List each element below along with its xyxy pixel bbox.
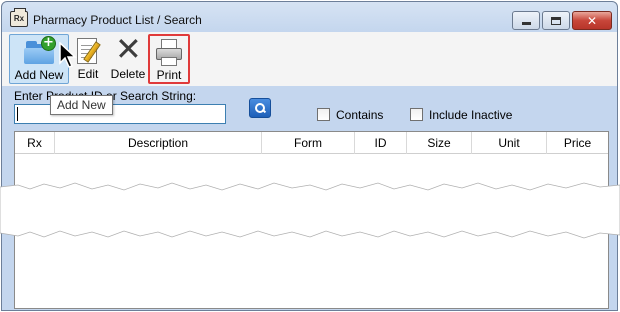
maximize-icon: [551, 16, 561, 25]
printer-icon: [152, 37, 186, 66]
search-button[interactable]: [249, 98, 271, 118]
close-button[interactable]: ✕: [572, 11, 612, 30]
app-icon[interactable]: Rx: [10, 8, 28, 27]
edit-label: Edit: [77, 67, 99, 81]
column-header-description[interactable]: Description: [55, 132, 262, 154]
contains-label[interactable]: Contains: [336, 108, 383, 122]
grid-header: Rx Description Form ID Size Unit Price: [15, 132, 608, 154]
search-input[interactable]: [14, 104, 226, 124]
include-inactive-checkbox[interactable]: [410, 108, 423, 121]
minimize-button[interactable]: [512, 11, 540, 30]
minimize-icon: [521, 21, 531, 25]
delete-label: Delete: [110, 67, 146, 81]
window-title: Pharmacy Product List / Search: [33, 13, 202, 27]
pharmacy-product-window: Rx Pharmacy Product List / Search ✕ + Ad…: [1, 1, 618, 311]
contains-checkbox[interactable]: [317, 108, 330, 121]
column-header-form[interactable]: Form: [262, 132, 355, 154]
mouse-cursor-icon: [59, 42, 77, 68]
title-bar[interactable]: Rx Pharmacy Product List / Search ✕: [2, 2, 617, 32]
print-label: Print: [156, 68, 182, 82]
column-header-unit[interactable]: Unit: [472, 132, 547, 154]
search-icon: [254, 102, 266, 114]
text-caret: [17, 107, 18, 121]
folder-add-icon: +: [22, 36, 56, 66]
add-new-tooltip: Add New: [50, 95, 113, 115]
column-header-size[interactable]: Size: [407, 132, 472, 154]
print-button[interactable]: Print: [148, 34, 190, 84]
torn-edge: [0, 182, 620, 239]
column-header-id[interactable]: ID: [355, 132, 407, 154]
toolbar: + Add New Edit ✕ Delete Print: [2, 32, 617, 86]
include-inactive-label[interactable]: Include Inactive: [429, 108, 512, 122]
column-header-price[interactable]: Price: [547, 132, 608, 154]
add-new-label: Add New: [14, 68, 64, 82]
delete-x-icon: ✕: [115, 30, 142, 68]
maximize-button[interactable]: [542, 11, 570, 30]
close-icon: ✕: [586, 13, 598, 28]
column-header-rx[interactable]: Rx: [15, 132, 55, 154]
delete-button[interactable]: ✕ Delete: [108, 30, 148, 84]
